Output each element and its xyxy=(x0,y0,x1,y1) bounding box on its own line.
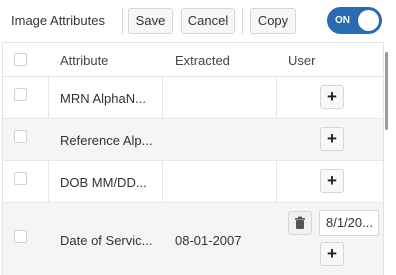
toolbar-divider xyxy=(122,8,123,34)
toggle-label: ON xyxy=(335,15,350,26)
toggle-knob xyxy=(358,10,379,31)
header-attribute[interactable]: Attribute xyxy=(60,43,108,76)
trash-icon[interactable] xyxy=(288,211,312,235)
attribute-cell: DOB MM/DD... xyxy=(60,175,147,190)
save-button[interactable]: Save xyxy=(128,8,173,34)
row-checkbox[interactable] xyxy=(14,130,27,143)
toolbar-divider xyxy=(242,8,243,34)
attribute-cell: Date of Servic... xyxy=(60,233,153,248)
vertical-scrollbar[interactable] xyxy=(385,52,388,130)
plus-icon[interactable]: + xyxy=(320,242,344,266)
header-extracted[interactable]: Extracted xyxy=(175,43,230,76)
row-checkbox[interactable] xyxy=(14,88,27,101)
table-row: DOB MM/DD... + xyxy=(3,161,383,203)
table-row: MRN AlphaN... + xyxy=(3,76,383,119)
plus-icon[interactable]: + xyxy=(320,169,344,193)
table-row: Reference Alp... + xyxy=(3,119,383,161)
row-checkbox[interactable] xyxy=(14,172,27,185)
cancel-button[interactable]: Cancel xyxy=(181,8,235,34)
row-checkbox[interactable] xyxy=(14,230,27,243)
attributes-grid: Attribute Extracted User MRN AlphaN... +… xyxy=(2,42,384,275)
panel-title: Image Attributes xyxy=(11,13,105,28)
copy-button[interactable]: Copy xyxy=(250,8,296,34)
attribute-cell: Reference Alp... xyxy=(60,133,153,148)
header-user[interactable]: User xyxy=(288,43,315,76)
extracted-cell: 08-01-2007 xyxy=(175,233,242,248)
toolbar: Image Attributes Save Cancel Copy ON xyxy=(0,0,396,42)
select-all-checkbox[interactable] xyxy=(14,53,27,66)
attribute-cell: MRN AlphaN... xyxy=(60,91,146,106)
grid-header: Attribute Extracted User xyxy=(3,43,383,77)
plus-icon[interactable]: + xyxy=(320,85,344,109)
on-off-toggle[interactable]: ON xyxy=(327,7,382,34)
user-value-input[interactable]: 8/1/20... xyxy=(319,210,379,236)
table-row: Date of Servic... 08-01-2007 8/1/20... + xyxy=(3,203,383,275)
plus-icon[interactable]: + xyxy=(320,127,344,151)
